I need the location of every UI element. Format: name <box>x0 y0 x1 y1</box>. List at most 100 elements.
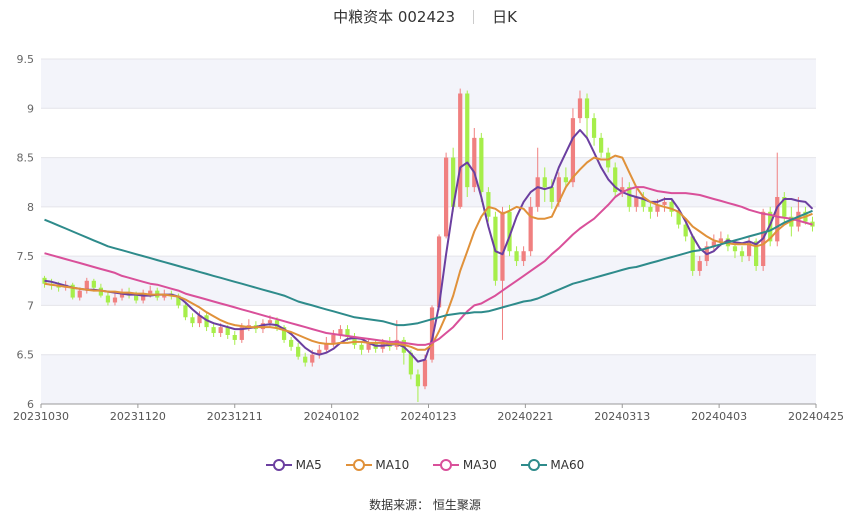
candle-body <box>331 335 336 343</box>
candle-body <box>310 354 315 363</box>
ma5-legend-marker <box>265 459 292 471</box>
legend-item-ma30[interactable]: MA30 <box>433 458 497 472</box>
candle-body <box>500 211 505 281</box>
x-tick-label: 20231211 <box>207 410 263 423</box>
candle <box>584 93 590 138</box>
candle <box>465 90 470 197</box>
candle-body <box>739 251 745 257</box>
legend-label-ma60: MA60 <box>550 457 585 472</box>
candle <box>591 113 597 146</box>
y-tick-label: 7.5 <box>17 250 35 263</box>
x-axis: 20231030 20231120 20231211 20240102 20240123… <box>13 403 844 423</box>
ma30-legend-marker <box>433 459 460 471</box>
x-tick-label: 20240102 <box>304 410 360 423</box>
x-tick-label: 20231030 <box>13 410 69 423</box>
grid-band <box>41 354 816 404</box>
candle-body <box>662 201 667 205</box>
ma10-legend-marker <box>345 459 372 471</box>
candle-body <box>444 157 449 237</box>
y-tick-label: 8.5 <box>17 152 35 165</box>
candle <box>232 331 237 345</box>
grid-band <box>41 157 816 207</box>
candle <box>70 282 75 300</box>
x-tick-label: 20240403 <box>691 410 747 423</box>
source-name: 恒生聚源 <box>432 498 481 512</box>
candle <box>204 313 209 332</box>
data-source: 数据来源： 恒生聚源 <box>0 496 850 513</box>
candle-body <box>91 280 96 288</box>
candle-body <box>190 317 195 324</box>
candle-body <box>486 192 491 217</box>
candle <box>444 152 449 239</box>
candle-body <box>211 327 216 334</box>
candle-body <box>148 290 153 294</box>
x-tick-label: 20240313 <box>594 410 650 423</box>
candle-body <box>296 346 301 357</box>
y-tick-label: 7 <box>27 299 34 312</box>
candle-body <box>289 339 294 347</box>
x-tick-label: 20240221 <box>497 410 553 423</box>
candle <box>338 325 343 339</box>
y-tick-label: 6.5 <box>17 349 35 362</box>
candle <box>472 128 477 193</box>
candle-body <box>514 251 519 262</box>
x-tick-label: 20240425 <box>788 410 844 423</box>
legend-item-ma60[interactable]: MA60 <box>520 457 585 472</box>
x-tick-label: 20240123 <box>401 410 457 423</box>
candle <box>599 132 604 158</box>
candle-body <box>563 177 568 183</box>
candle-body <box>232 335 237 340</box>
x-tick-label: 20231120 <box>110 410 166 423</box>
candle <box>500 206 505 340</box>
candle-body <box>577 98 583 119</box>
legend: MA5 MA10 MA30 MA60 <box>0 457 850 472</box>
candle-body <box>549 187 554 202</box>
grid-band <box>41 59 816 109</box>
candle-body <box>134 295 139 301</box>
legend-label-ma10: MA10 <box>375 457 410 472</box>
candle-body <box>77 290 82 298</box>
legend-item-ma10[interactable]: MA10 <box>345 457 410 472</box>
candle-body <box>303 356 308 363</box>
candle-body <box>648 206 653 212</box>
candle-body <box>359 344 364 350</box>
candle-body <box>479 137 484 193</box>
y-axis: 66.577.588.599.5 <box>17 53 35 411</box>
candle-body <box>542 177 547 188</box>
candle <box>458 88 463 209</box>
candle-body <box>267 320 273 324</box>
y-tick-label: 8 <box>27 201 34 214</box>
candle-body <box>458 93 463 207</box>
candle-body <box>183 305 188 318</box>
candle-body <box>535 177 540 207</box>
candle <box>211 323 216 337</box>
candle-body <box>775 197 780 242</box>
legend-label-ma30: MA30 <box>462 457 497 472</box>
source-label: 数据来源： <box>369 498 430 512</box>
candle <box>289 336 294 351</box>
candle <box>190 313 195 328</box>
ma60-legend-marker <box>520 459 547 471</box>
candle-body <box>105 295 111 303</box>
candle-body <box>599 137 604 153</box>
candle-body <box>415 374 421 387</box>
candle-body <box>112 297 118 303</box>
candle-body <box>422 359 428 387</box>
candle-body <box>528 206 533 252</box>
legend-item-ma5[interactable]: MA5 <box>265 457 322 472</box>
candle-body <box>697 261 702 271</box>
y-tick-label: 9 <box>27 102 34 115</box>
candle-body <box>591 118 597 138</box>
y-tick-label: 9.5 <box>17 53 35 66</box>
candlestick-chart: 66.577.588.599.5 20231030 20231120 2023121… <box>13 53 844 423</box>
candle-body <box>465 93 470 188</box>
candle-body <box>690 236 695 271</box>
candle-body <box>584 98 590 119</box>
candle-body <box>521 251 526 262</box>
candle-body <box>218 327 223 334</box>
candle-body <box>732 246 738 252</box>
candle-body <box>570 118 576 183</box>
candle-body <box>634 197 639 207</box>
candle <box>613 162 618 197</box>
legend-label-ma5: MA5 <box>295 457 322 472</box>
